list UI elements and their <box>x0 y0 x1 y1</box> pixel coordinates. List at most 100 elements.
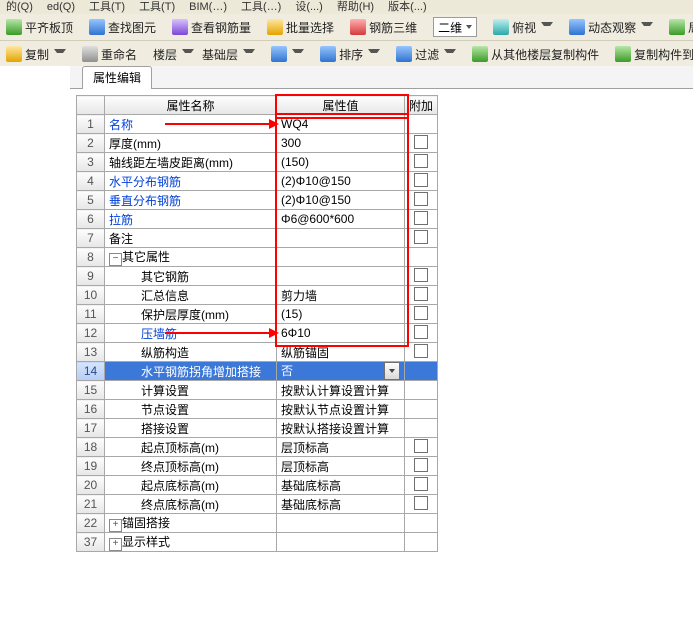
row-extra-cell[interactable] <box>405 533 438 552</box>
row-name-cell[interactable]: 轴线距左墙皮距离(mm) <box>105 153 277 172</box>
row-value-cell[interactable] <box>277 248 405 267</box>
menubar-item[interactable]: 设(...) <box>295 0 323 14</box>
row-extra-cell[interactable] <box>405 134 438 153</box>
table-row[interactable]: 10汇总信息剪力墙 <box>77 286 438 305</box>
table-row[interactable]: 14水平钢筋拐角增加搭接否 <box>77 362 438 381</box>
row-value-cell[interactable]: 层顶标高 <box>277 457 405 476</box>
table-row[interactable]: 11保护层厚度(mm)(15) <box>77 305 438 324</box>
row-extra-cell[interactable] <box>405 400 438 419</box>
checkbox[interactable] <box>414 192 428 206</box>
row-extra-cell[interactable] <box>405 115 438 134</box>
menubar-item[interactable]: 帮助(H) <box>337 0 374 14</box>
menubar-item[interactable]: 工具(T) <box>139 0 175 14</box>
col-header-name[interactable]: 属性名称 <box>105 96 277 115</box>
toolbar-button-toggle[interactable] <box>271 46 304 62</box>
row-value-cell[interactable] <box>277 514 405 533</box>
row-name-cell[interactable]: 拉筋 <box>105 210 277 229</box>
row-extra-cell[interactable] <box>405 210 438 229</box>
row-extra-cell[interactable] <box>405 229 438 248</box>
row-name-cell[interactable]: 压墙筋 <box>105 324 277 343</box>
row-value-cell[interactable]: 层顶标高 <box>277 438 405 457</box>
menubar-item[interactable]: 版本(...) <box>388 0 427 14</box>
row-name-cell[interactable]: 汇总信息 <box>105 286 277 305</box>
tab-property-edit[interactable]: 属性编辑 <box>82 66 152 89</box>
table-row[interactable]: 17搭接设置按默认搭接设置计算 <box>77 419 438 438</box>
toolbar-button-batch-select[interactable]: 批量选择 <box>267 19 334 36</box>
row-value-cell[interactable]: (2)Φ10@150 <box>277 172 405 191</box>
row-name-cell[interactable]: 终点顶标高(m) <box>105 457 277 476</box>
table-row[interactable]: 19终点顶标高(m)层顶标高 <box>77 457 438 476</box>
toolbar-button-rename[interactable]: 重命名 <box>82 46 137 63</box>
collapse-icon[interactable]: − <box>109 253 122 266</box>
row-name-cell[interactable]: +显示样式 <box>105 533 277 552</box>
row-name-cell[interactable]: 起点顶标高(m) <box>105 438 277 457</box>
row-value-cell[interactable]: 剪力墙 <box>277 286 405 305</box>
table-row[interactable]: 20起点底标高(m)基础底标高 <box>77 476 438 495</box>
row-extra-cell[interactable] <box>405 191 438 210</box>
toolbar-button-rebar-3d[interactable]: 钢筋三维 <box>350 19 417 36</box>
row-name-cell[interactable]: 水平钢筋拐角增加搭接 <box>105 362 277 381</box>
row-extra-cell[interactable] <box>405 248 438 267</box>
checkbox[interactable] <box>414 306 428 320</box>
row-name-cell[interactable]: 其它钢筋 <box>105 267 277 286</box>
row-name-cell[interactable]: +锚固搭接 <box>105 514 277 533</box>
table-row[interactable]: 2厚度(mm)300 <box>77 134 438 153</box>
checkbox[interactable] <box>414 496 428 510</box>
row-value-cell[interactable]: 按默认计算设置计算 <box>277 381 405 400</box>
row-value-cell[interactable]: 按默认搭接设置计算 <box>277 419 405 438</box>
row-extra-cell[interactable] <box>405 343 438 362</box>
row-name-cell[interactable]: 厚度(mm) <box>105 134 277 153</box>
row-name-cell[interactable]: 备注 <box>105 229 277 248</box>
checkbox[interactable] <box>414 344 428 358</box>
toolbar-button-dyn-view[interactable]: 动态观察 <box>569 19 653 36</box>
table-row[interactable]: 8−其它属性 <box>77 248 438 267</box>
table-row[interactable]: 5垂直分布钢筋(2)Φ10@150 <box>77 191 438 210</box>
row-value-cell[interactable]: (150) <box>277 153 405 172</box>
row-value-cell[interactable]: (15) <box>277 305 405 324</box>
checkbox[interactable] <box>414 287 428 301</box>
toolbar-button-copy[interactable]: 复制 <box>6 46 66 63</box>
checkbox[interactable] <box>414 154 428 168</box>
table-row[interactable]: 4水平分布钢筋(2)Φ10@150 <box>77 172 438 191</box>
row-value-cell[interactable]: 6Φ10 <box>277 324 405 343</box>
checkbox[interactable] <box>414 230 428 244</box>
row-extra-cell[interactable] <box>405 324 438 343</box>
row-value-cell[interactable] <box>277 267 405 286</box>
checkbox[interactable] <box>414 211 428 225</box>
row-name-cell[interactable]: −其它属性 <box>105 248 277 267</box>
property-grid[interactable]: 属性名称 属性值 附加 1名称WQ42厚度(mm)3003轴线距左墙皮距离(mm… <box>76 95 438 552</box>
row-name-cell[interactable]: 纵筋构造 <box>105 343 277 362</box>
table-row[interactable]: 3轴线距左墙皮距离(mm)(150) <box>77 153 438 172</box>
row-value-cell[interactable]: 基础底标高 <box>277 476 405 495</box>
toolbar-button-filter[interactable]: 过滤 <box>396 46 456 63</box>
table-row[interactable]: 21终点底标高(m)基础底标高 <box>77 495 438 514</box>
table-row[interactable]: 37+显示样式 <box>77 533 438 552</box>
table-row[interactable]: 22+锚固搭接 <box>77 514 438 533</box>
toolbar-button-floor[interactable]: 楼层 <box>153 46 194 63</box>
toolbar-button-copy-to[interactable]: 复制构件到其他楼层 <box>615 46 693 63</box>
row-extra-cell[interactable] <box>405 419 438 438</box>
row-value-cell[interactable]: WQ4 <box>277 115 405 134</box>
toolbar-button-perspective[interactable]: 俯视 <box>493 19 553 36</box>
row-name-cell[interactable]: 垂直分布钢筋 <box>105 191 277 210</box>
row-extra-cell[interactable] <box>405 438 438 457</box>
row-extra-cell[interactable] <box>405 153 438 172</box>
table-row[interactable]: 18起点顶标高(m)层顶标高 <box>77 438 438 457</box>
row-extra-cell[interactable] <box>405 514 438 533</box>
row-extra-cell[interactable] <box>405 286 438 305</box>
row-name-cell[interactable]: 名称 <box>105 115 277 134</box>
checkbox[interactable] <box>414 477 428 491</box>
row-extra-cell[interactable] <box>405 172 438 191</box>
row-name-cell[interactable]: 起点底标高(m) <box>105 476 277 495</box>
toolbar-button-align-top[interactable]: 平齐板顶 <box>6 19 73 36</box>
row-name-cell[interactable]: 水平分布钢筋 <box>105 172 277 191</box>
row-extra-cell[interactable] <box>405 267 438 286</box>
table-row[interactable]: 12压墙筋6Φ10 <box>77 324 438 343</box>
dropdown-button[interactable] <box>384 362 400 380</box>
row-extra-cell[interactable] <box>405 381 438 400</box>
row-name-cell[interactable]: 保护层厚度(mm) <box>105 305 277 324</box>
table-row[interactable]: 13纵筋构造纵筋锚固 <box>77 343 438 362</box>
row-value-cell[interactable]: 否 <box>277 362 405 381</box>
table-row[interactable]: 9其它钢筋 <box>77 267 438 286</box>
checkbox[interactable] <box>414 439 428 453</box>
